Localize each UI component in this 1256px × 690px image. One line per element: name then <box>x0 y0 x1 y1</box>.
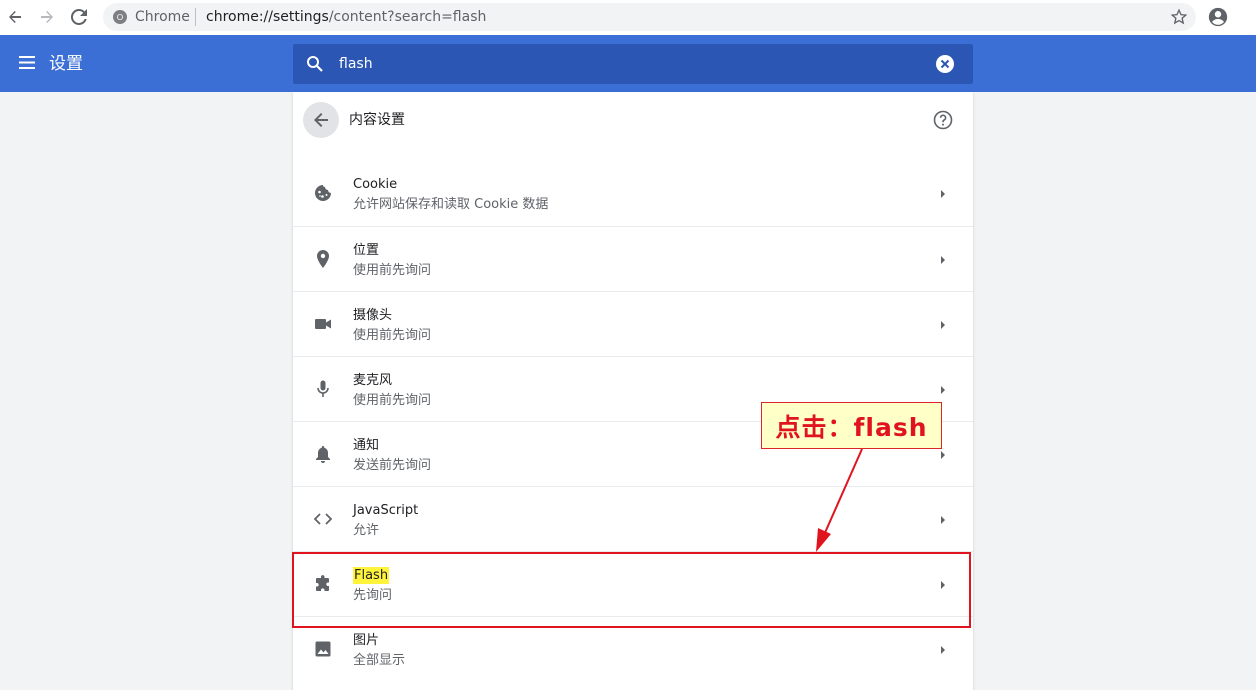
callout-text: 点击：flash <box>775 412 928 442</box>
menu-icon[interactable] <box>18 53 38 73</box>
chevron-right-icon <box>941 516 945 524</box>
search-input-value[interactable]: flash <box>339 54 373 74</box>
row-javascript[interactable]: JavaScript 允许 <box>293 486 973 551</box>
row-subtitle: 使用前先询问 <box>353 393 432 408</box>
row-title: 通知 <box>353 438 380 453</box>
star-icon[interactable] <box>1170 8 1188 26</box>
help-icon[interactable] <box>933 110 953 130</box>
clear-search-icon[interactable] <box>935 54 955 74</box>
row-location[interactable]: 位置 使用前先询问 <box>293 226 973 291</box>
bell-icon <box>313 444 333 464</box>
url-path: /content?search=flash <box>328 9 487 25</box>
omnibox[interactable]: Chrome chrome://settings/content?search=… <box>103 3 1196 31</box>
row-subtitle: 发送前先询问 <box>353 458 432 473</box>
settings-search-field[interactable]: flash <box>293 44 973 84</box>
settings-title: 设置 <box>49 54 83 74</box>
arrow-back-icon <box>314 113 328 127</box>
reload-icon <box>71 9 87 25</box>
url-host: chrome://settings <box>206 9 329 25</box>
account-icon[interactable] <box>1207 6 1229 28</box>
chevron-right-icon <box>941 190 945 198</box>
annotation-callout: 点击：flash <box>761 402 942 449</box>
chevron-right-icon <box>941 256 945 264</box>
row-subtitle: 全部显示 <box>353 653 406 668</box>
image-icon <box>313 639 333 659</box>
camera-icon <box>313 314 333 334</box>
row-camera[interactable]: 摄像头 使用前先询问 <box>293 291 973 356</box>
row-title: 图片 <box>353 633 380 648</box>
row-subtitle: 允许网站保存和读取 Cookie 数据 <box>353 197 549 212</box>
row-title: 位置 <box>353 243 380 258</box>
back-nav-button[interactable] <box>3 5 27 29</box>
row-title: JavaScript <box>353 503 419 518</box>
row-title: Cookie <box>353 177 398 192</box>
search-icon <box>307 56 323 72</box>
subpage-back-button[interactable] <box>303 102 339 138</box>
omnibox-chrome-label: Chrome <box>135 9 190 25</box>
reload-button[interactable] <box>67 5 91 29</box>
cookie-icon <box>313 183 333 203</box>
annotation-highlight-box <box>292 552 971 628</box>
row-subtitle: 允许 <box>353 523 380 538</box>
browser-toolbar: Chrome chrome://settings/content?search=… <box>0 0 1256 35</box>
row-subtitle: 使用前先询问 <box>353 263 432 278</box>
omnibox-separator <box>195 8 196 26</box>
omnibox-url[interactable]: chrome://settings/content?search=flash <box>206 8 486 26</box>
code-icon <box>313 509 333 529</box>
chrome-icon <box>113 10 127 24</box>
arrow-left-icon <box>9 11 21 23</box>
subpage-title: 内容设置 <box>349 112 405 128</box>
arrow-right-icon <box>41 11 53 23</box>
subpage-header: 内容设置 <box>293 92 973 150</box>
chevron-right-icon <box>941 321 945 329</box>
row-subtitle: 使用前先询问 <box>353 328 432 343</box>
chevron-right-icon <box>941 646 945 654</box>
location-icon <box>313 249 333 269</box>
forward-nav-button[interactable] <box>35 5 59 29</box>
row-cookie[interactable]: Cookie 允许网站保存和读取 Cookie 数据 <box>293 161 973 226</box>
microphone-icon <box>313 379 333 399</box>
settings-header: 设置 flash <box>0 35 1256 92</box>
chevron-right-icon <box>941 386 945 394</box>
row-title: 麦克风 <box>353 373 393 388</box>
row-title: 摄像头 <box>353 308 393 323</box>
chevron-right-icon <box>941 451 945 459</box>
